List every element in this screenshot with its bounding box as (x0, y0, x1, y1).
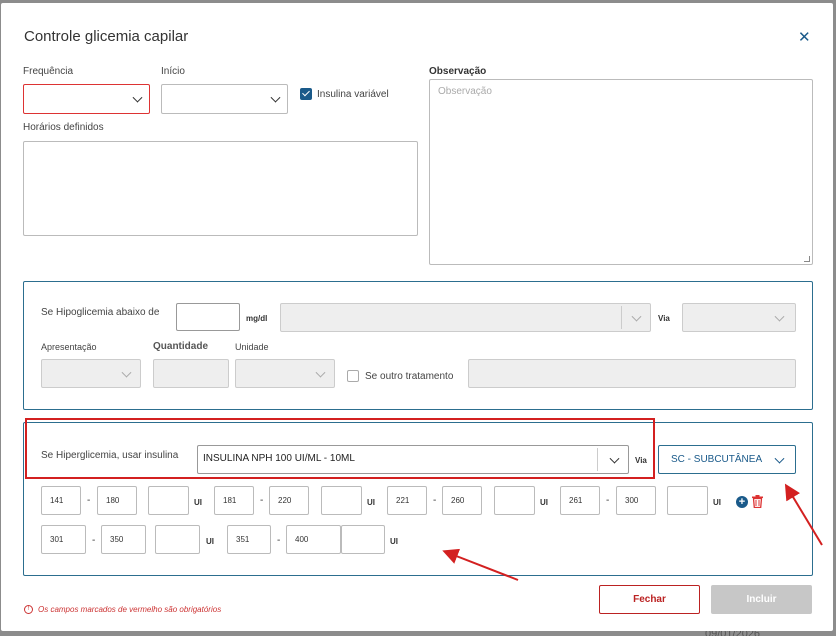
range-dash: - (606, 495, 610, 506)
mgdl-unit: mg/dl (246, 314, 268, 323)
insulina-variavel-checkbox[interactable] (300, 88, 312, 100)
insulina-variavel-label: Insulina variável (317, 89, 389, 100)
hipo-via-label: Via (658, 314, 670, 323)
hipoglicemia-medicamento-select[interactable] (280, 303, 651, 332)
range-dose-input[interactable] (148, 486, 189, 515)
range-to-input[interactable]: 350 (101, 525, 146, 554)
outro-tratamento-checkbox[interactable] (347, 370, 359, 382)
fechar-button[interactable]: Fechar (599, 585, 700, 614)
chevron-down-icon (631, 311, 642, 322)
frequencia-label: Frequência (23, 66, 74, 77)
hipoglicemia-panel: Se Hipoglicemia abaixo de mg/dl Via Apre… (23, 281, 813, 410)
horarios-label: Horários definidos (23, 122, 104, 133)
select-divider (621, 306, 622, 329)
range-dose-input[interactable] (155, 525, 200, 554)
plus-circle-icon[interactable]: + (736, 496, 748, 508)
info-circle-icon: ! (24, 605, 33, 615)
range-from-input[interactable]: 261 (560, 486, 600, 515)
required-fields-warning: ! Os campos marcados de vermelho são obri… (24, 605, 222, 615)
range-from-input[interactable]: 301 (41, 525, 86, 554)
ui-unit: UI (194, 498, 202, 507)
range-dose-input[interactable] (341, 525, 385, 554)
incluir-button[interactable]: Incluir (711, 585, 812, 614)
quantidade-label: Quantidade (153, 341, 209, 352)
ui-unit: UI (206, 537, 214, 546)
observacao-placeholder: Observação (438, 86, 492, 97)
range-to-input[interactable]: 300 (616, 486, 656, 515)
annotation-highlight-box (25, 418, 655, 479)
range-dash: - (433, 495, 437, 506)
outro-tratamento-input[interactable] (468, 359, 796, 388)
range-dash: - (87, 495, 91, 506)
range-from-input[interactable]: 181 (214, 486, 254, 515)
outro-tratamento-label: Se outro tratamento (365, 371, 454, 382)
chevron-down-icon (774, 453, 785, 464)
range-dash: - (92, 535, 96, 546)
unidade-label: Unidade (235, 342, 269, 352)
modal-title: Controle glicemia capilar (24, 28, 189, 45)
range-from-input[interactable]: 221 (387, 486, 427, 515)
range-dash: - (260, 495, 264, 506)
chevron-down-icon (270, 92, 281, 103)
chevron-down-icon (132, 92, 143, 103)
chevron-down-icon (774, 311, 785, 322)
range-dose-input[interactable] (494, 486, 535, 515)
range-from-input[interactable]: 141 (41, 486, 81, 515)
inicio-select[interactable] (161, 84, 288, 114)
range-to-input[interactable]: 400 (286, 525, 341, 554)
resize-handle-icon[interactable] (804, 256, 810, 262)
observacao-textarea[interactable]: Observação (429, 79, 813, 265)
inicio-label: Início (161, 66, 185, 77)
trash-icon[interactable] (752, 495, 763, 508)
warning-text: Os campos marcados de vermelho são obrig… (38, 605, 222, 614)
unidade-select[interactable] (235, 359, 335, 388)
ui-unit: UI (367, 498, 375, 507)
frequencia-select[interactable] (23, 84, 150, 114)
range-to-input[interactable]: 260 (442, 486, 482, 515)
apresentacao-select[interactable] (41, 359, 141, 388)
horarios-textarea[interactable] (23, 141, 418, 236)
range-dash: - (277, 535, 281, 546)
chevron-down-icon (121, 367, 132, 378)
hipo-via-select[interactable] (682, 303, 796, 332)
glicemia-modal: Controle glicemia capilar ✕ Frequência I… (1, 3, 833, 631)
observacao-label: Observação (429, 66, 487, 77)
range-dose-input[interactable] (667, 486, 708, 515)
range-from-input[interactable]: 351 (227, 525, 271, 554)
ui-unit: UI (390, 537, 398, 546)
range-dose-input[interactable] (321, 486, 362, 515)
hiper-via-select[interactable]: SC - SUBCUTÂNEA (658, 445, 796, 474)
quantidade-input[interactable] (153, 359, 229, 388)
hiper-via-value: SC - SUBCUTÂNEA (671, 454, 763, 465)
ui-unit: UI (540, 498, 548, 507)
close-icon[interactable]: ✕ (798, 28, 811, 46)
hipoglicemia-label: Se Hipoglicemia abaixo de (41, 307, 160, 318)
hipoglicemia-input[interactable] (176, 303, 240, 331)
range-to-input[interactable]: 180 (97, 486, 137, 515)
apresentacao-label: Apresentação (41, 342, 97, 352)
ui-unit: UI (713, 498, 721, 507)
range-to-input[interactable]: 220 (269, 486, 309, 515)
chevron-down-icon (315, 367, 326, 378)
